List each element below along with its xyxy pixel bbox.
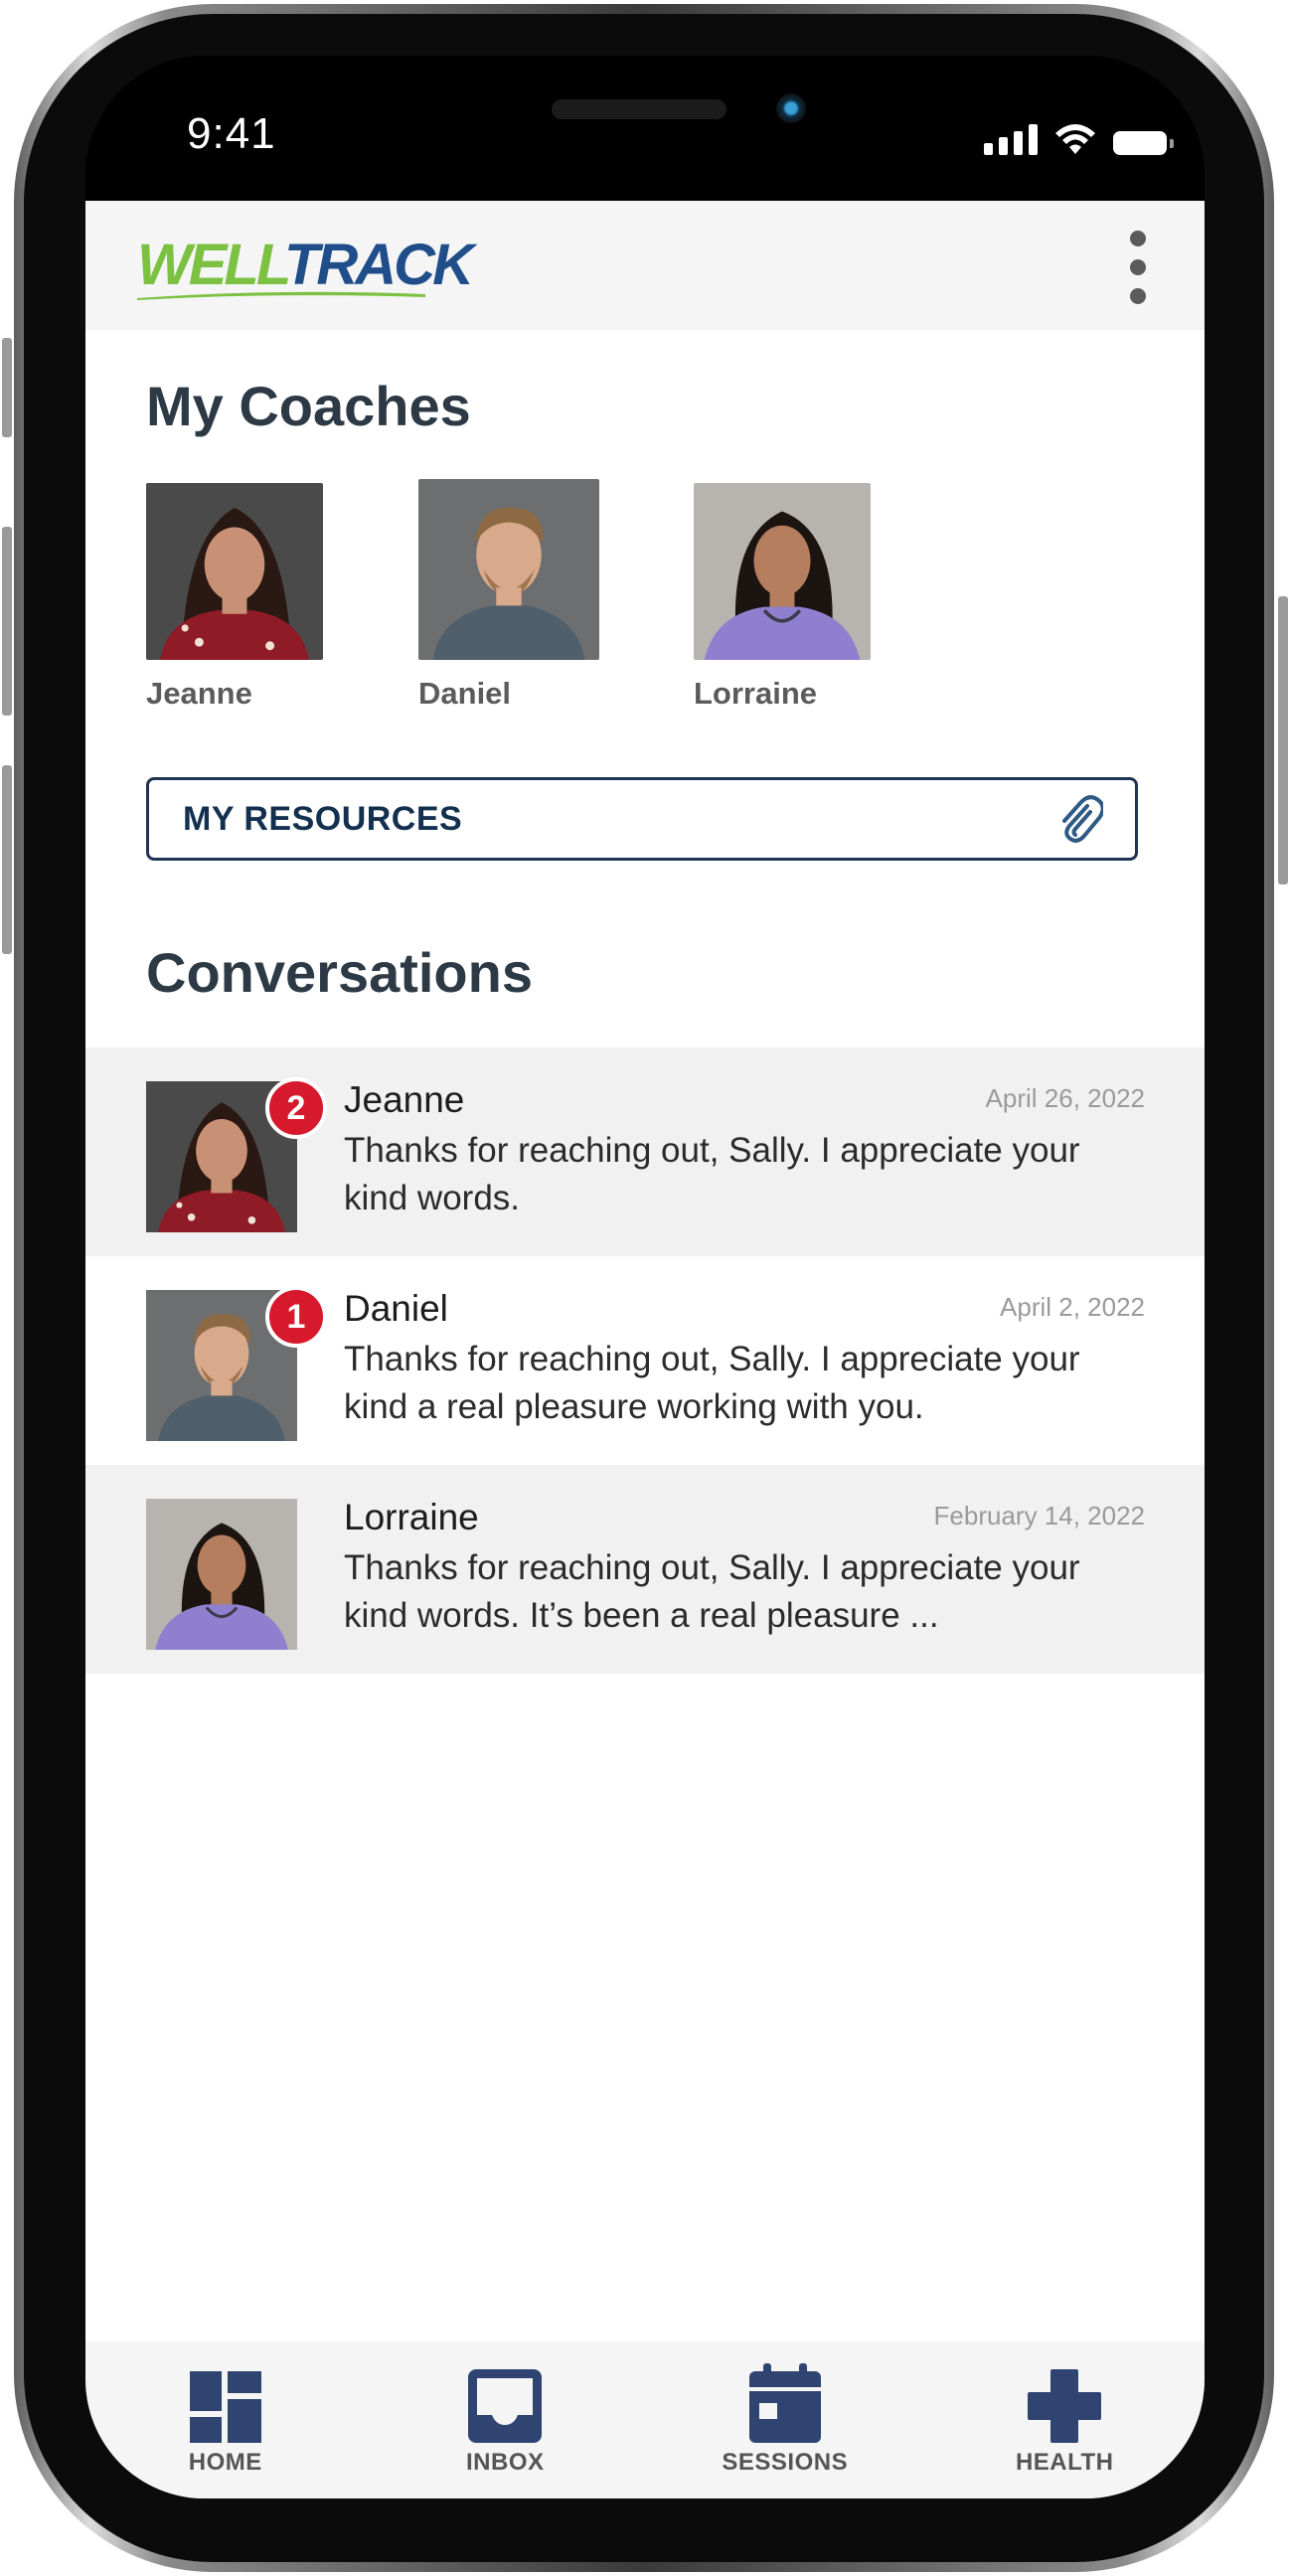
coach-name: Jeanne — [146, 676, 252, 711]
volume-up-button — [2, 527, 12, 716]
coach-card-lorraine[interactable]: Lorraine — [694, 483, 871, 712]
wifi-icon — [1055, 124, 1095, 154]
logo-swoosh — [137, 291, 425, 300]
logo-text-well: WELL — [137, 233, 287, 297]
coach-photo-lorraine — [694, 483, 871, 660]
mute-switch — [2, 338, 12, 437]
paperclip-icon — [1062, 795, 1103, 843]
coach-card-jeanne[interactable]: Jeanne — [146, 483, 323, 712]
inbox-icon — [468, 2369, 543, 2443]
speaker — [552, 99, 726, 119]
my-coaches-title: My Coaches — [146, 375, 471, 437]
notch — [328, 56, 962, 163]
tab-sessions[interactable]: SESSIONS — [686, 2341, 885, 2477]
tab-inbox[interactable]: INBOX — [405, 2341, 604, 2477]
my-resources-label: MY RESOURCES — [183, 799, 463, 838]
more-options-icon[interactable] — [1123, 231, 1153, 304]
conversation-name: Lorraine — [344, 1497, 479, 1537]
bottom-tab-bar: HOME INBOX SESSIONS HEALTH — [85, 2341, 1205, 2498]
tab-label: INBOX — [465, 2449, 545, 2476]
conversation-preview: Thanks for reaching out, Sally. I apprec… — [344, 1131, 1080, 1217]
welltrack-logo[interactable]: WELLTRACK — [137, 233, 474, 300]
status-time: 9:41 — [187, 109, 276, 158]
screen: 9:41 WELLTRACK My Coaches Jeanne Daniel … — [85, 56, 1205, 2498]
conversations-title: Conversations — [146, 941, 533, 1004]
tab-label: HEALTH — [1015, 2449, 1114, 2476]
conversation-name: Daniel — [344, 1288, 448, 1329]
coach-name: Lorraine — [694, 676, 818, 711]
coach-card-daniel[interactable]: Daniel — [418, 479, 599, 712]
conversation-preview: Thanks for reaching out, Sally. I apprec… — [344, 1548, 1080, 1635]
front-camera — [776, 93, 806, 123]
calendar-icon — [748, 2363, 821, 2443]
tab-label: SESSIONS — [722, 2449, 849, 2476]
conversation-item-jeanne[interactable]: 2 Jeanne April 26, 2022 Thanks for reach… — [85, 1047, 1205, 1256]
dashboard-icon — [189, 2371, 261, 2443]
conversation-preview: Thanks for reaching out, Sally. I apprec… — [344, 1340, 1080, 1426]
conversation-item-lorraine[interactable]: Lorraine February 14, 2022 Thanks for re… — [85, 1465, 1205, 1674]
cellular-signal-icon — [984, 124, 1038, 155]
coach-name: Daniel — [418, 676, 512, 711]
conversation-item-daniel[interactable]: 1 Daniel April 2, 2022 Thanks for reachi… — [85, 1256, 1205, 1465]
avatar — [146, 1499, 297, 1650]
tab-health[interactable]: HEALTH — [965, 2341, 1164, 2477]
app: WELLTRACK My Coaches Jeanne Daniel Lorra… — [85, 201, 1205, 2498]
conversation-date: April 26, 2022 — [985, 1083, 1145, 1113]
conversation-date: April 2, 2022 — [1000, 1292, 1145, 1322]
tab-label: HOME — [188, 2449, 262, 2476]
status-icons — [984, 123, 1174, 155]
conversation-date: February 14, 2022 — [933, 1501, 1145, 1530]
my-resources-button[interactable]: MY RESOURCES — [146, 777, 1138, 861]
power-button — [1278, 596, 1288, 885]
app-header: WELLTRACK — [85, 201, 1205, 330]
tab-home[interactable]: HOME — [126, 2341, 325, 2477]
volume-down-button — [2, 765, 12, 954]
coach-photo-daniel — [418, 479, 599, 660]
coach-photo-jeanne — [146, 483, 323, 660]
unread-count-badge: 2 — [265, 1077, 327, 1139]
unread-count-badge: 1 — [265, 1286, 327, 1348]
plus-cross-icon — [1028, 2369, 1102, 2443]
battery-icon — [1113, 131, 1174, 155]
conversation-name: Jeanne — [344, 1079, 465, 1120]
logo-text-track: TRACK — [283, 233, 474, 297]
